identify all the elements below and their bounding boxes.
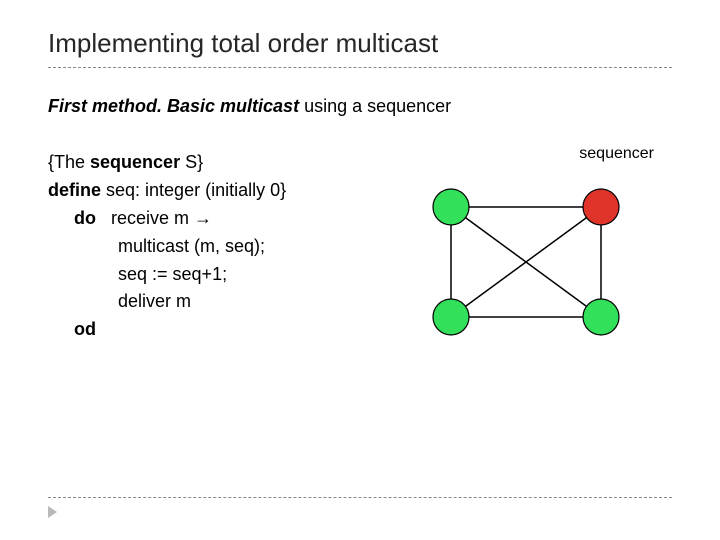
node-tr (583, 189, 619, 225)
algorithm-block: {The sequencer S} define seq: integer (i… (48, 149, 397, 344)
node-br (583, 299, 619, 335)
algo-seq-bold: sequencer (90, 152, 180, 172)
algo-line-deliver: deliver m (48, 288, 397, 316)
subtitle-lead: First method. Basic multicast (48, 96, 299, 116)
sequencer-label: sequencer (579, 145, 654, 163)
network-graph (421, 177, 631, 347)
algo-seq-open: {The (48, 152, 90, 172)
node-bl (433, 299, 469, 335)
algo-do-kw: do (74, 208, 96, 228)
subtitle: First method. Basic multicast using a se… (48, 96, 672, 117)
graph-edges (451, 207, 601, 317)
content-row: {The sequencer S} define seq: integer (i… (48, 149, 672, 344)
algo-line-seqinc: seq := seq+1; (48, 261, 397, 289)
footer-divider (48, 497, 672, 498)
algo-line-define: define seq: integer (initially 0} (48, 177, 397, 205)
algo-line-mcast: multicast (m, seq); (48, 233, 397, 261)
graph-svg (421, 177, 631, 347)
subtitle-tail: using a sequencer (299, 96, 451, 116)
algo-line-od: od (48, 316, 397, 344)
algo-line-sequencer: {The sequencer S} (48, 149, 397, 177)
node-tl (433, 189, 469, 225)
algo-define-kw: define (48, 180, 101, 200)
slide: Implementing total order multicast First… (0, 0, 720, 540)
algo-define-rest: seq: integer (initially 0} (101, 180, 286, 200)
algo-line-do: do receive m → (48, 205, 397, 233)
slide-title: Implementing total order multicast (48, 28, 672, 59)
title-divider (48, 67, 672, 68)
footer-arrow-icon (48, 506, 57, 518)
algo-od-kw: od (74, 319, 96, 339)
algo-seq-close: S} (180, 152, 203, 172)
algo-do-rest: receive m → (96, 208, 212, 228)
